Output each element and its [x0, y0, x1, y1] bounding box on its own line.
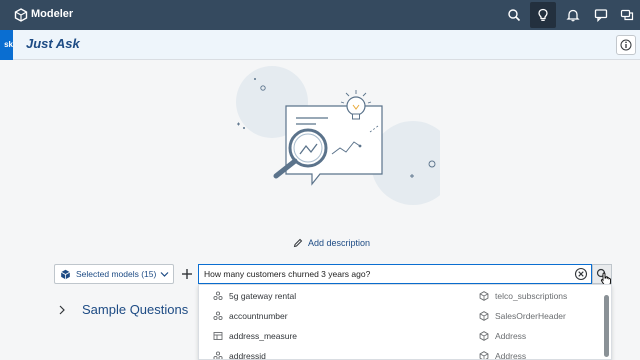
dimension-icon [213, 351, 223, 359]
discussions-button[interactable] [588, 2, 614, 28]
page-title: Just Ask [26, 36, 80, 51]
notifications-button[interactable] [560, 2, 586, 28]
suggestion-term: 5g gateway rental [229, 291, 297, 301]
suggestion-item[interactable]: addressid Address [199, 347, 599, 360]
suggestions-dropdown: 5g gateway rental telco_subscriptions ac… [198, 284, 612, 360]
suggestion-model: telco_subscriptions [495, 291, 568, 301]
cube-icon [14, 8, 28, 22]
cube-icon [479, 331, 489, 341]
suggestion-item[interactable]: address_measure Address [199, 327, 599, 347]
add-description-link[interactable]: Add description [293, 238, 370, 248]
chevron-right-icon [59, 305, 65, 314]
info-icon [620, 39, 632, 51]
lightbulb-icon [538, 8, 548, 21]
suggestion-term: addressid [229, 351, 266, 360]
clear-icon[interactable] [574, 267, 588, 281]
info-button[interactable] [616, 35, 636, 55]
cube-icon [479, 291, 489, 301]
add-description-label: Add description [308, 238, 371, 248]
app-title: Modeler [31, 8, 74, 20]
cube-icon [479, 311, 489, 321]
models-selector-label: Selected models (15) [76, 269, 157, 279]
cube-icon [60, 269, 71, 279]
add-model-button[interactable] [178, 264, 196, 284]
just-ask-button[interactable] [530, 2, 556, 28]
suggestion-model: Address [495, 351, 527, 360]
suggestion-model: Address [495, 331, 527, 341]
cube-icon [479, 351, 489, 359]
suggestion-model: SalesOrderHeader [495, 311, 566, 321]
plus-icon [182, 269, 192, 279]
feedback-button[interactable] [614, 2, 640, 28]
chat-icon [594, 9, 608, 22]
side-tab[interactable]: sk [0, 30, 13, 60]
chevron-down-icon [160, 272, 169, 277]
measure-icon [213, 332, 223, 340]
feedback-icon [620, 9, 634, 21]
suggestion-item[interactable]: accountnumber SalesOrderHeader [199, 307, 599, 327]
search-button[interactable] [501, 2, 527, 28]
dimension-icon [213, 291, 223, 301]
shell-bar: Modeler [0, 0, 640, 30]
models-selector[interactable]: Selected models (15) [54, 264, 174, 284]
dimension-icon [213, 311, 223, 321]
empty-state-illustration [236, 66, 440, 205]
bell-icon [566, 9, 580, 22]
question-input-value: How many customers churned 3 years ago? [204, 269, 371, 279]
suggestion-item[interactable]: 5g gateway rental telco_subscriptions [199, 287, 599, 307]
dropdown-scrollbar[interactable] [604, 295, 609, 357]
suggestion-term: accountnumber [229, 311, 288, 321]
sample-questions-toggle[interactable]: Sample Questions [58, 302, 188, 317]
question-input[interactable]: How many customers churned 3 years ago? [198, 264, 592, 284]
page-header: sk Just Ask [0, 30, 640, 60]
search-icon [508, 9, 521, 22]
suggestion-term: address_measure [229, 331, 298, 341]
sample-questions-title: Sample Questions [82, 302, 189, 317]
edit-icon [293, 238, 303, 248]
